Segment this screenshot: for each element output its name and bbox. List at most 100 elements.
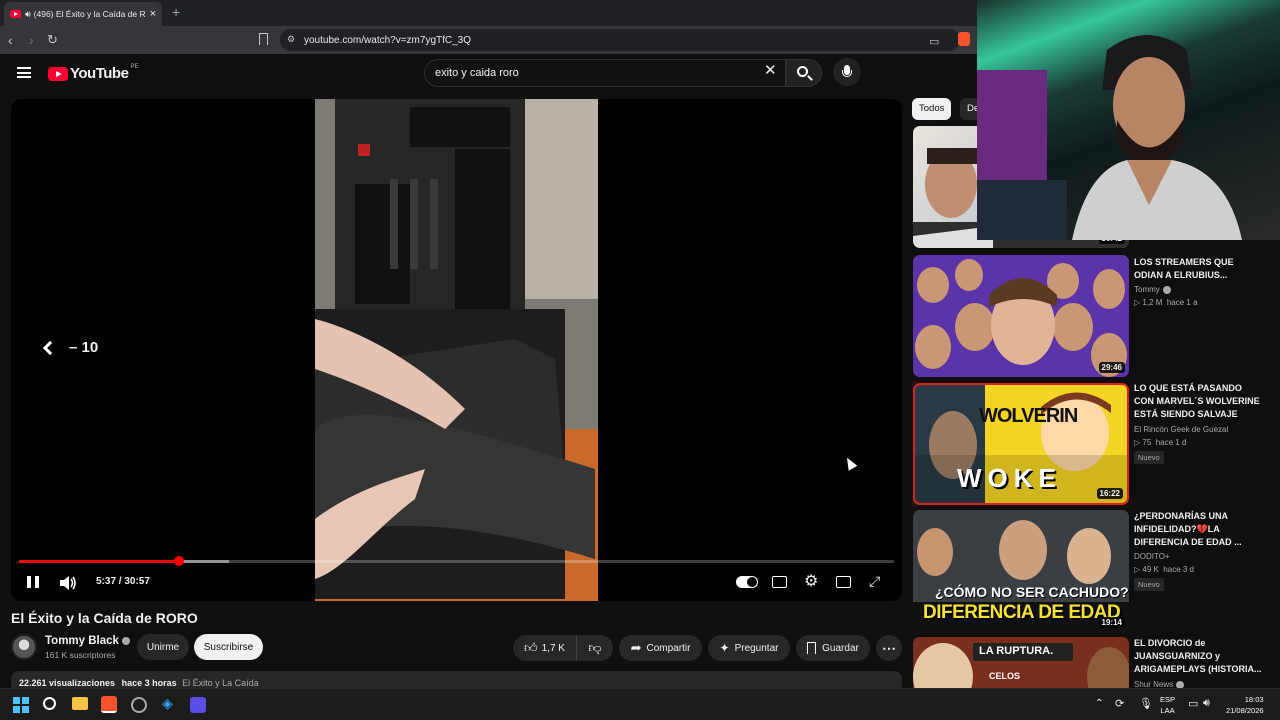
start-tile bbox=[13, 706, 20, 713]
speaker-icon[interactable]: 🔊︎ bbox=[25, 9, 31, 20]
volume-icon[interactable] bbox=[59, 575, 77, 591]
channel-avatar[interactable] bbox=[11, 634, 37, 660]
app-grid-icon[interactable] bbox=[190, 697, 206, 713]
close-tab-icon[interactable]: × bbox=[150, 8, 156, 20]
sidebar-age: hace 3 d bbox=[1163, 565, 1194, 574]
reload-icon[interactable]: ↻ bbox=[47, 32, 58, 48]
cast-icon[interactable]: ▭ bbox=[929, 34, 939, 50]
thumbnail-caption-top: ¿CÓMO NO SER CACHUDO? bbox=[935, 584, 1129, 600]
sidebar-channel[interactable]: DODITO+ bbox=[1134, 552, 1170, 561]
lang-bottom: LAA bbox=[1160, 706, 1175, 715]
sidebar-channel[interactable]: El Rincón Geek de Guezal bbox=[1134, 425, 1228, 434]
progress-scrubber[interactable] bbox=[174, 556, 185, 566]
tray-mic-icon[interactable]: 🎙︎ bbox=[1139, 697, 1153, 710]
clock-time: 18:03 bbox=[1244, 695, 1264, 704]
windows-start-icon[interactable] bbox=[13, 697, 29, 713]
duration-badge: 19:14 bbox=[1098, 617, 1125, 628]
tray-refresh-icon[interactable]: ⟳ bbox=[1115, 697, 1124, 710]
theater-mode-icon[interactable] bbox=[836, 576, 851, 588]
taskbar-search-icon[interactable] bbox=[43, 697, 56, 710]
voice-search-button[interactable] bbox=[833, 58, 861, 86]
subtitles-icon[interactable] bbox=[772, 576, 787, 588]
sparkle-icon: ✦ bbox=[719, 641, 730, 655]
url-field[interactable]: youtube.com/watch?v=zm7ygTfC_3Q bbox=[280, 29, 960, 51]
input-language[interactable]: ESP LAA bbox=[1160, 694, 1175, 716]
description-tag: El Éxito y La Caída bbox=[182, 678, 259, 688]
thumbs-up-icon: 👍︎ bbox=[524, 640, 538, 655]
logo-text: YouTube bbox=[70, 65, 129, 82]
bookmark-icon[interactable] bbox=[259, 33, 268, 45]
sidebar-thumbnail-4[interactable]: LA RUPTURA. CELOS bbox=[913, 637, 1129, 688]
pause-button[interactable] bbox=[27, 576, 39, 588]
channel-name[interactable]: Tommy Black bbox=[45, 635, 130, 647]
sidebar-video-title[interactable]: ¿PERDONARÍAS UNA INFIDELIDAD?💔LA DIFEREN… bbox=[1134, 510, 1264, 549]
hamburger-menu-icon[interactable] bbox=[17, 67, 31, 78]
subscribe-button[interactable]: Suscribirse bbox=[194, 634, 263, 660]
new-tab-button[interactable]: + bbox=[172, 4, 180, 20]
like-button[interactable]: 👍︎ 1,7 K bbox=[513, 635, 577, 661]
volume-tray-icon[interactable]: 🔊︎ bbox=[1203, 697, 1210, 710]
obs-icon[interactable] bbox=[131, 697, 147, 713]
seek-back-indicator: – 10 bbox=[42, 339, 98, 356]
back-icon[interactable]: ‹ bbox=[8, 32, 13, 48]
brave-browser-icon[interactable] bbox=[101, 696, 117, 713]
more-actions-button[interactable]: ⋯ bbox=[876, 635, 902, 661]
dislike-button[interactable]: 👎︎ bbox=[577, 635, 613, 661]
thumbnail-image-1 bbox=[913, 255, 1129, 377]
sidebar-video-title[interactable]: LO QUE ESTÁ PASANDO CON MARVEL´S WOLVERI… bbox=[1134, 382, 1264, 421]
video-player[interactable]: – 10 5:37 / 30:57 ⚙ ⤢ bbox=[11, 99, 902, 601]
clear-search-icon[interactable]: ✕ bbox=[764, 63, 777, 79]
save-button[interactable]: Guardar bbox=[796, 635, 870, 661]
webcam-image bbox=[977, 35, 1242, 240]
time-display: 5:37 / 30:57 bbox=[96, 576, 150, 587]
thumbnail-caption-bottom: WOKE bbox=[957, 463, 1062, 493]
youtube-logo[interactable]: YouTube PE bbox=[48, 64, 138, 82]
ask-button[interactable]: ✦ Preguntar bbox=[708, 635, 790, 661]
join-button[interactable]: Unirme bbox=[137, 634, 189, 660]
like-count: 1,7 K bbox=[541, 642, 565, 654]
subscribe-label: Suscribirse bbox=[203, 641, 254, 653]
youtube-favicon-icon bbox=[10, 10, 21, 18]
app-diamond-icon[interactable]: ◈ bbox=[162, 695, 173, 712]
brave-shield-icon[interactable] bbox=[958, 32, 970, 46]
tray-chevron-icon[interactable]: ⌃ bbox=[1095, 698, 1103, 709]
system-clock[interactable]: 18:03 21/08/2026 bbox=[1226, 694, 1264, 716]
chip-all[interactable]: Todos bbox=[912, 98, 952, 120]
video-title: El Éxito y la Caída de RORO bbox=[11, 610, 198, 626]
progress-bar[interactable] bbox=[19, 556, 894, 566]
sidebar-thumbnail-2[interactable]: WOLVERIN WOKE 16:22 bbox=[913, 383, 1129, 505]
settings-gear-icon[interactable]: ⚙ bbox=[804, 574, 818, 590]
search-button[interactable] bbox=[786, 59, 822, 87]
sidebar-channel[interactable]: Tommy bbox=[1134, 285, 1171, 294]
autoplay-toggle[interactable] bbox=[736, 576, 758, 588]
sidebar-age: hace 1 d bbox=[1155, 438, 1187, 447]
sidebar-views: 1,2 M bbox=[1142, 298, 1163, 307]
browser-tab[interactable]: 🔊︎ (496) El Éxito y la Caída de RO × bbox=[4, 2, 162, 26]
site-info-icon[interactable]: ⚙ bbox=[287, 34, 295, 45]
sidebar-thumbnail-1[interactable]: 29:46 bbox=[913, 255, 1129, 377]
more-dots-icon: ⋯ bbox=[882, 639, 896, 656]
search-input[interactable]: exito y caida roro bbox=[424, 59, 786, 87]
tab-title: (496) El Éxito y la Caída de RO bbox=[33, 9, 146, 19]
sidebar-video-title[interactable]: LOS STREAMERS QUE ODIAN A ELRUBIUS... bbox=[1134, 256, 1264, 282]
forward-icon[interactable]: › bbox=[29, 32, 34, 48]
start-tile bbox=[22, 706, 29, 713]
network-icon[interactable]: ▭ bbox=[1188, 697, 1198, 710]
youtube-play-logo-icon bbox=[48, 66, 68, 81]
share-button[interactable]: ➦ Compartir bbox=[619, 635, 702, 661]
lang-top: ESP bbox=[1160, 695, 1176, 704]
fullscreen-icon[interactable]: ⤢ bbox=[869, 574, 880, 588]
webcam-overlay bbox=[977, 0, 1280, 240]
sidebar-thumbnail-3[interactable]: ¿CÓMO NO SER CACHUDO? DIFERENCIA DE EDAD… bbox=[913, 510, 1129, 632]
file-explorer-icon[interactable] bbox=[72, 697, 88, 710]
thumbs-down-icon: 👎︎ bbox=[588, 640, 602, 655]
ask-label: Preguntar bbox=[734, 642, 779, 654]
sidebar-channel-name: Tommy bbox=[1134, 285, 1160, 294]
sidebar-views: 49 K bbox=[1142, 565, 1159, 574]
thumbnail-caption-bottom: CELOS bbox=[989, 671, 1021, 681]
sidebar-video-title[interactable]: EL DIVORCIO de JUANSGUARNIZO y ARIGAMEPL… bbox=[1134, 637, 1264, 676]
like-dislike-group: 👍︎ 1,7 K 👎︎ bbox=[513, 635, 613, 661]
share-label: Compartir bbox=[646, 642, 691, 654]
view-count: 22.261 visualizaciones bbox=[19, 678, 116, 688]
video-content-image bbox=[315, 99, 598, 601]
